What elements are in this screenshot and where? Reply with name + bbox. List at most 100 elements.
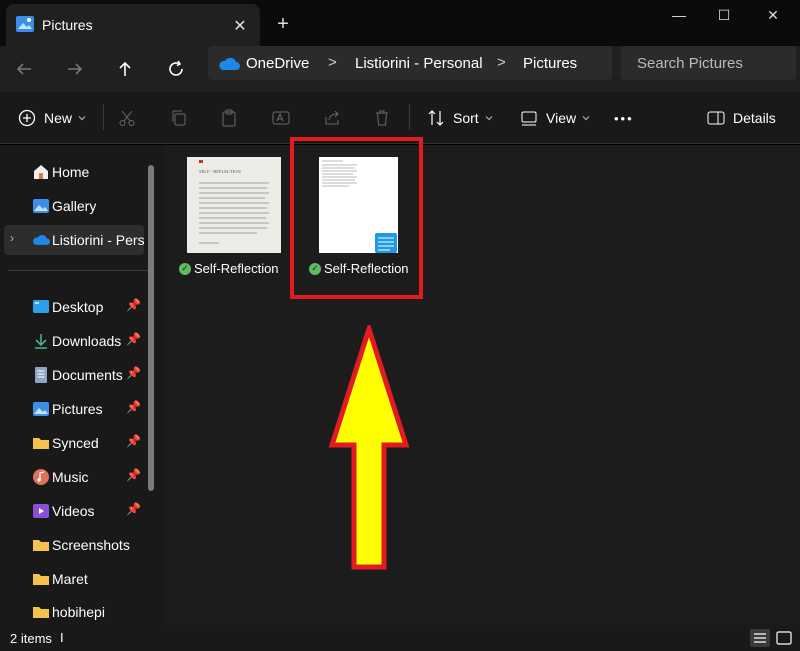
sidebar-item-synced[interactable]: Synced 📌 bbox=[0, 428, 146, 458]
pin-icon[interactable]: 📌 bbox=[126, 298, 141, 312]
delete-button[interactable] bbox=[373, 106, 391, 130]
divider bbox=[409, 104, 410, 130]
pictures-icon bbox=[33, 402, 49, 416]
gallery-icon bbox=[33, 199, 49, 213]
sidebar-item-label: Home bbox=[52, 164, 90, 180]
chevron-right-icon[interactable]: > bbox=[328, 54, 337, 71]
divider bbox=[8, 270, 148, 271]
breadcrumb-listiorini-personal[interactable]: Listiorini - Personal bbox=[355, 55, 483, 72]
pin-icon[interactable]: 📌 bbox=[126, 366, 141, 380]
desktop-icon bbox=[33, 300, 49, 313]
new-label: New bbox=[44, 110, 73, 126]
search-input[interactable]: Search Pictures bbox=[621, 46, 796, 80]
file-list: SELF - REFLECTION ✓ Self-Reflection ✓ Se… bbox=[164, 145, 800, 625]
file-name-text: Self-Reflection bbox=[194, 261, 279, 276]
onedrive-icon bbox=[33, 234, 50, 245]
chevron-right-icon[interactable]: > bbox=[497, 54, 506, 71]
sidebar-item-maret[interactable]: Maret bbox=[0, 564, 146, 594]
sidebar-item-label: hobihepi bbox=[52, 604, 105, 620]
arrow-up-annotation bbox=[328, 325, 410, 570]
back-button[interactable] bbox=[8, 53, 40, 85]
sidebar-item-home[interactable]: Home bbox=[0, 157, 146, 187]
details-button[interactable]: Details bbox=[707, 106, 776, 130]
cut-button[interactable] bbox=[118, 106, 136, 130]
breadcrumb-onedrive[interactable]: OneDrive bbox=[246, 55, 309, 72]
file-thumbnail: SELF - REFLECTION bbox=[187, 157, 281, 253]
pin-icon[interactable]: 📌 bbox=[126, 332, 141, 346]
chevron-down-icon bbox=[78, 116, 86, 121]
view-button[interactable]: View bbox=[520, 106, 590, 130]
clipboard-icon bbox=[222, 109, 236, 127]
new-tab-button[interactable]: + bbox=[268, 10, 298, 38]
navigation-pane: Home Gallery › Listiorini - Personal Des… bbox=[0, 145, 164, 625]
share-button[interactable] bbox=[323, 106, 341, 130]
close-window-button[interactable]: ✕ bbox=[750, 0, 796, 30]
pin-icon[interactable]: 📌 bbox=[126, 434, 141, 448]
onedrive-icon bbox=[219, 57, 240, 70]
new-button[interactable]: New bbox=[18, 106, 86, 130]
sidebar-item-videos[interactable]: Videos 📌 bbox=[0, 496, 146, 526]
sidebar-item-label: Videos bbox=[52, 503, 95, 519]
home-icon bbox=[34, 165, 48, 179]
sidebar-item-label: Pictures bbox=[52, 401, 103, 417]
divider bbox=[103, 104, 104, 130]
highlight-box bbox=[290, 137, 423, 299]
downloads-icon bbox=[35, 334, 47, 349]
search-placeholder: Search Pictures bbox=[637, 55, 743, 72]
tab-pictures[interactable]: Pictures ✕ bbox=[6, 4, 260, 46]
up-button[interactable] bbox=[109, 53, 141, 85]
sort-label: Sort bbox=[453, 110, 479, 126]
address-bar: OneDrive > Listiorini - Personal > Pictu… bbox=[0, 46, 800, 92]
videos-icon bbox=[33, 504, 49, 518]
maximize-button[interactable]: ☐ bbox=[701, 0, 747, 30]
chevron-down-icon bbox=[582, 116, 590, 121]
paste-button[interactable] bbox=[220, 106, 238, 130]
pin-icon[interactable]: 📌 bbox=[126, 502, 141, 516]
refresh-button[interactable] bbox=[160, 53, 192, 85]
sort-button[interactable]: Sort bbox=[427, 106, 493, 130]
sidebar-item-downloads[interactable]: Downloads 📌 bbox=[0, 326, 146, 356]
sidebar-item-desktop[interactable]: Desktop 📌 bbox=[0, 292, 146, 322]
minimize-button[interactable]: — bbox=[656, 0, 702, 30]
sidebar-item-label: Synced bbox=[52, 435, 99, 451]
sidebar-item-gallery[interactable]: Gallery bbox=[0, 191, 146, 221]
copy-button[interactable] bbox=[170, 106, 188, 130]
breadcrumb-pictures[interactable]: Pictures bbox=[523, 55, 577, 72]
folder-icon bbox=[33, 540, 49, 551]
title-bar: Pictures ✕ + — ☐ ✕ bbox=[0, 0, 800, 46]
chevron-right-icon[interactable]: › bbox=[10, 231, 14, 245]
sidebar-item-music[interactable]: Music 📌 bbox=[0, 462, 146, 492]
sidebar-item-pictures[interactable]: Pictures 📌 bbox=[0, 394, 146, 424]
thumb-title: SELF - REFLECTION bbox=[199, 169, 242, 174]
arrow-up-icon bbox=[119, 61, 131, 76]
rename-icon bbox=[272, 111, 290, 125]
sort-icon bbox=[428, 110, 444, 126]
sidebar-item-label: Music bbox=[52, 469, 89, 485]
chevron-down-icon bbox=[485, 116, 493, 121]
file-item[interactable]: SELF - REFLECTION ✓ Self-Reflection bbox=[179, 157, 289, 287]
pin-icon[interactable]: 📌 bbox=[126, 468, 141, 482]
sidebar-item-label: Desktop bbox=[52, 299, 104, 315]
sidebar-item-label: Documents bbox=[52, 367, 123, 383]
sidebar-item-documents[interactable]: Documents 📌 bbox=[0, 360, 146, 390]
forward-button[interactable] bbox=[59, 53, 91, 85]
rename-button[interactable] bbox=[272, 106, 290, 130]
tab-close-icon[interactable]: ✕ bbox=[226, 12, 254, 40]
more-options-button[interactable]: ••• bbox=[614, 106, 634, 130]
sidebar-item-screenshots[interactable]: Screenshots bbox=[0, 530, 146, 560]
pin-icon[interactable]: 📌 bbox=[126, 400, 141, 414]
details-view-icon[interactable] bbox=[750, 629, 770, 647]
sidebar-item-listiorini-personal[interactable]: › Listiorini - Personal bbox=[4, 225, 144, 255]
breadcrumb[interactable]: OneDrive > Listiorini - Personal > Pictu… bbox=[208, 46, 612, 80]
folder-icon bbox=[33, 574, 49, 585]
trash-icon bbox=[376, 110, 388, 126]
documents-icon bbox=[35, 367, 47, 383]
folder-icon bbox=[33, 607, 49, 618]
sidebar-item-label: Gallery bbox=[52, 198, 97, 214]
item-count: 2 items bbox=[10, 631, 52, 646]
sidebar-item-hobihepi[interactable]: hobihepi bbox=[0, 597, 146, 627]
large-icons-view-icon[interactable] bbox=[774, 629, 794, 647]
sidebar-scrollbar[interactable] bbox=[148, 165, 154, 491]
music-icon bbox=[33, 469, 49, 485]
scissors-icon bbox=[119, 110, 135, 126]
